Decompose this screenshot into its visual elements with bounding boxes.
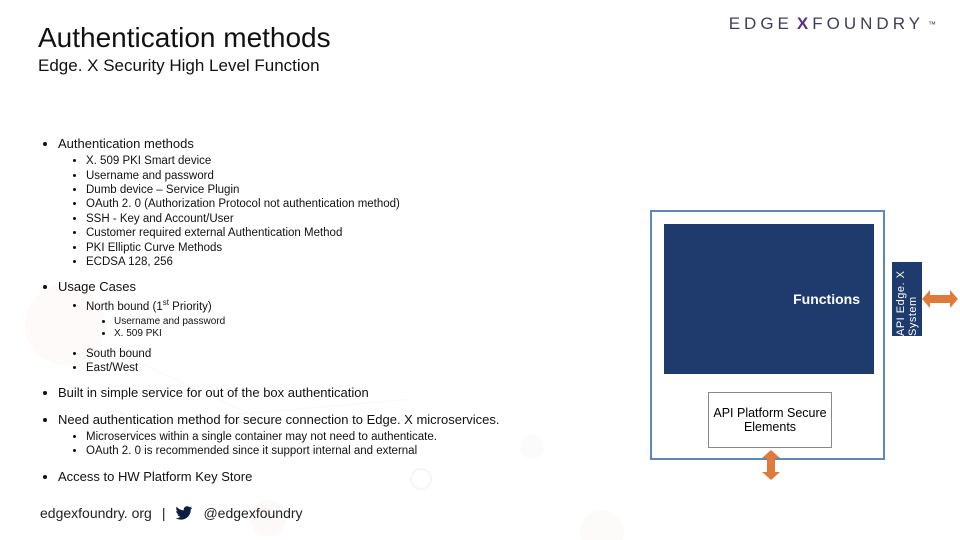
list-item: East/West — [86, 361, 660, 375]
slide-header: Authentication methods Edge. X Security … — [38, 22, 331, 76]
bullet-need-auth: Need authentication method for secure co… — [58, 412, 660, 459]
list-item: SSH - Key and Account/User — [86, 212, 660, 226]
double-arrow-horizontal-icon — [922, 290, 958, 308]
edgex-logo: EDGE X FOUNDRY ™ — [729, 14, 936, 34]
bullet-hw-keystore: Access to HW Platform Key Store — [58, 469, 660, 485]
double-arrow-vertical-icon — [762, 450, 780, 480]
list-item-northbound: North bound (1st Priority) Username and … — [86, 298, 660, 341]
list-item: South bound — [86, 347, 660, 361]
list-item: Microservices within a single container … — [86, 430, 660, 444]
list-item: Username and password — [114, 316, 660, 329]
bullet-builtin: Built in simple service for out of the b… — [58, 385, 660, 401]
bullet-auth-methods: Authentication methods X. 509 PKI Smart … — [58, 136, 660, 269]
content-body: Authentication methods X. 509 PKI Smart … — [40, 136, 660, 495]
slide-footer: edgexfoundry. org | @edgexfoundry — [40, 504, 303, 522]
footer-site: edgexfoundry. org — [40, 505, 152, 521]
logo-right: FOUNDRY — [812, 14, 924, 34]
slide-title: Authentication methods — [38, 22, 331, 54]
list-item: OAuth 2. 0 (Authorization Protocol not a… — [86, 197, 660, 211]
logo-left: EDGE — [729, 14, 793, 34]
list-item: PKI Elliptic Curve Methods — [86, 241, 660, 255]
list-item: Customer required external Authenticatio… — [86, 226, 660, 240]
footer-separator: | — [162, 505, 166, 521]
list-item: X. 509 PKI — [114, 328, 660, 341]
list-item: Dumb device – Service Plugin — [86, 183, 660, 197]
bullet-usage-cases: Usage Cases North bound (1st Priority) U… — [58, 279, 660, 375]
footer-handle: @edgexfoundry — [203, 505, 302, 521]
list-item: Username and password — [86, 169, 660, 183]
api-edgex-system-box: API Edge. X System — [892, 262, 922, 336]
slide-subtitle: Edge. X Security High Level Function — [38, 56, 331, 76]
api-platform-box: API Platform Secure Elements — [708, 392, 832, 448]
logo-tm: ™ — [928, 20, 936, 29]
list-item: X. 509 PKI Smart device — [86, 154, 660, 168]
functions-box: Functions — [664, 224, 874, 374]
twitter-icon — [175, 504, 193, 522]
architecture-diagram: Functions API Platform Secure Elements A… — [650, 210, 940, 480]
diagram-outer-box: Functions API Platform Secure Elements — [650, 210, 885, 460]
list-item: OAuth 2. 0 is recommended since it suppo… — [86, 444, 660, 458]
list-item: ECDSA 128, 256 — [86, 255, 660, 269]
logo-x-icon: X — [797, 14, 808, 34]
